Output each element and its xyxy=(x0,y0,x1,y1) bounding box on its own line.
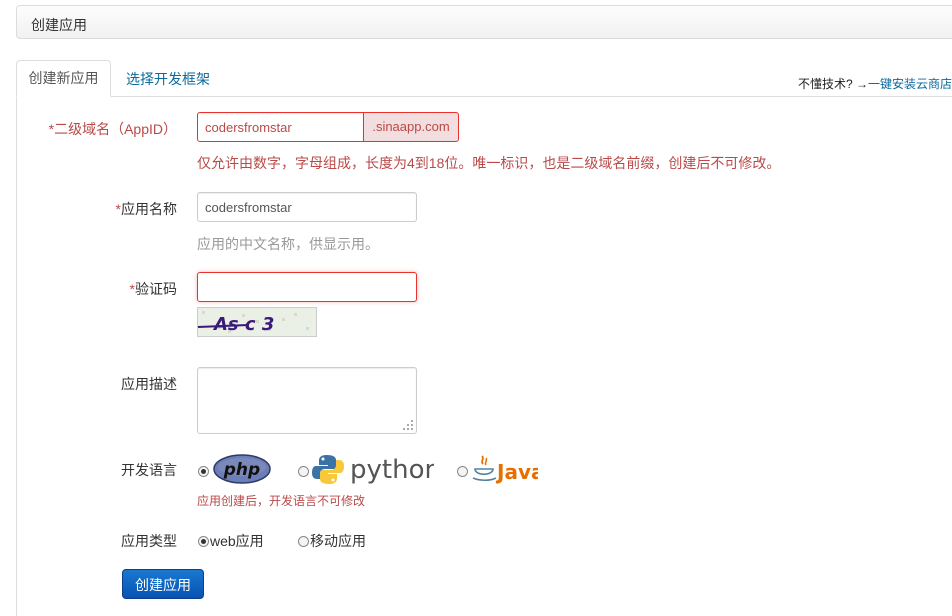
app-type-radio-web[interactable] xyxy=(198,536,209,547)
app-type-radio-mobile[interactable] xyxy=(298,536,309,547)
resize-grip-icon[interactable] xyxy=(403,420,413,430)
php-logo-text: php xyxy=(223,460,260,480)
python-logo-text: python xyxy=(350,455,434,485)
java-logo-icon[interactable]: Java xyxy=(472,454,538,486)
captcha-image[interactable]: As c 3 xyxy=(197,307,317,337)
language-note: 应用创建后，开发语言不可修改 xyxy=(197,494,366,508)
language-radio-php[interactable] xyxy=(198,466,209,477)
app-name-label: *应用名称 xyxy=(116,199,177,219)
captcha-graphic: As c 3 xyxy=(197,308,316,336)
tab-create-new-app[interactable]: 创建新应用 xyxy=(16,60,111,97)
app-type-web-label[interactable]: web应用 xyxy=(210,531,264,551)
page-title: 创建应用 xyxy=(31,17,87,33)
domain-label-text: 二级域名（AppID） xyxy=(54,121,177,137)
tab-choose-framework[interactable]: 选择开发框架 xyxy=(126,69,210,89)
captcha-label-text: 验证码 xyxy=(135,281,177,297)
domain-suffix: .sinaapp.com xyxy=(363,112,459,142)
captcha-input[interactable] xyxy=(197,272,417,302)
app-type-mobile-label[interactable]: 移动应用 xyxy=(310,531,366,551)
domain-label: *二级域名（AppID） xyxy=(49,119,177,139)
domain-input[interactable] xyxy=(197,112,364,142)
description-textarea[interactable] xyxy=(197,367,417,434)
captcha-label: *验证码 xyxy=(130,279,177,299)
language-label: 开发语言 xyxy=(121,462,177,478)
domain-hint: 仅允许由数字，字母组成，长度为4到18位。唯一标识，也是二级域名前缀，创建后不可… xyxy=(197,155,781,171)
install-store-link[interactable]: 一键安装云商店 xyxy=(868,77,952,91)
create-app-button[interactable]: 创建应用 xyxy=(122,569,204,599)
help-prefix: 不懂技术? xyxy=(797,77,853,91)
python-logo-icon[interactable]: python xyxy=(312,452,434,486)
page-header: 创建应用 xyxy=(16,5,952,39)
app-name-hint: 应用的中文名称，供显示用。 xyxy=(197,236,379,252)
description-label: 应用描述 xyxy=(121,376,177,392)
help-area: 不懂技术? →一键安装云商店 xyxy=(797,77,952,91)
app-name-input[interactable] xyxy=(197,192,417,222)
language-radio-java[interactable] xyxy=(457,466,468,477)
php-logo-icon[interactable]: php xyxy=(213,454,271,484)
java-logo-text: Java xyxy=(495,460,538,484)
tabs-divider xyxy=(16,96,952,97)
app-type-label: 应用类型 xyxy=(121,533,177,549)
language-radio-python[interactable] xyxy=(298,466,309,477)
app-name-label-text: 应用名称 xyxy=(121,201,177,217)
captcha-glyphs: As c 3 xyxy=(212,314,274,335)
